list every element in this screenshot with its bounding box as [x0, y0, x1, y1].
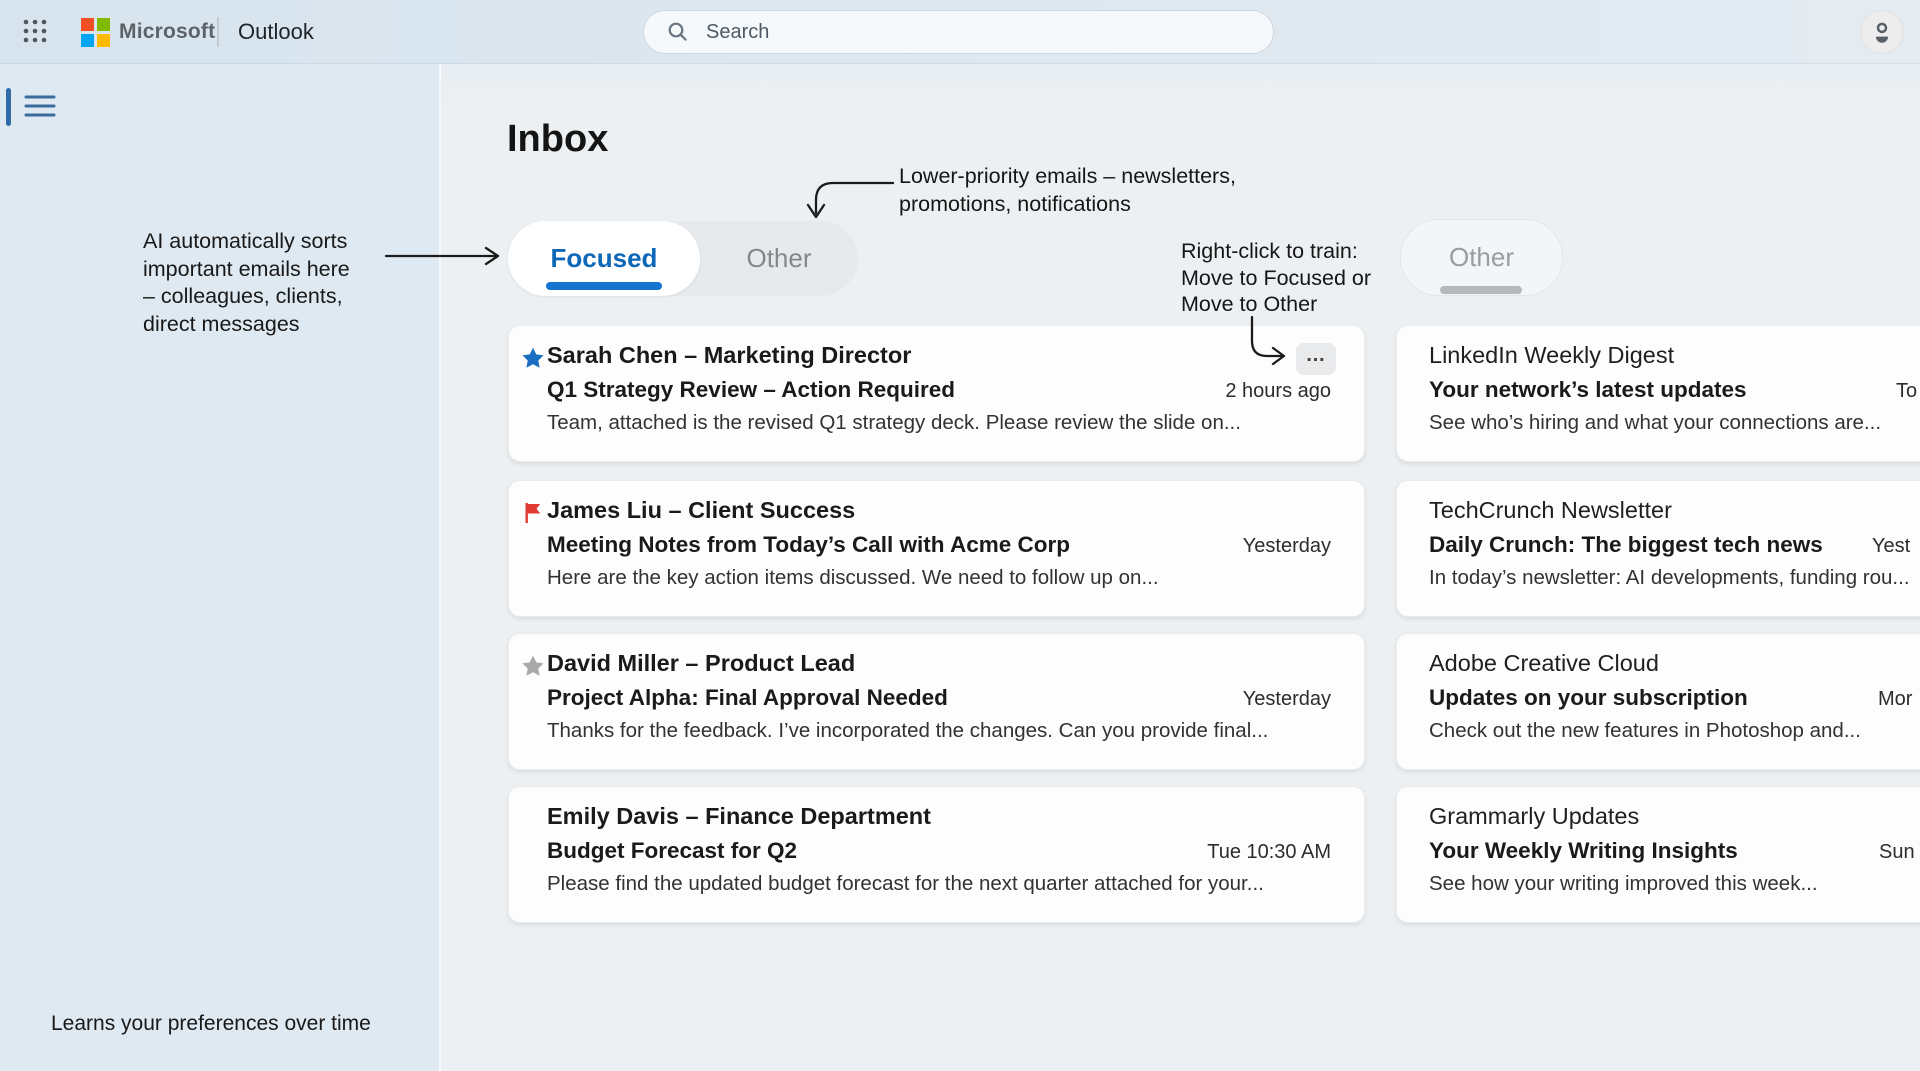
email-card[interactable]: James Liu – Client Success Meeting Notes… [508, 480, 1365, 617]
email-preview: Here are the key action items discussed.… [547, 566, 1344, 590]
email-sender: Emily Davis – Finance Department [547, 803, 1320, 830]
more-options-button[interactable]: … [1296, 343, 1336, 375]
account-button[interactable] [1860, 10, 1904, 54]
ellipsis-icon: … [1306, 350, 1327, 360]
sidebar-accent-bar [6, 88, 11, 126]
tab-focused-label: Focused [551, 243, 658, 274]
sidebar: AI automatically sorts important emails … [0, 64, 441, 1071]
search-icon [666, 20, 690, 44]
email-time: Sun [1879, 841, 1915, 864]
email-sender: Adobe Creative Cloud [1429, 650, 1911, 677]
focused-active-indicator [546, 282, 662, 290]
email-preview: See who’s hiring and what your connectio… [1429, 411, 1920, 435]
email-card[interactable]: David Miller – Product Lead Project Alph… [508, 633, 1365, 770]
search-input[interactable]: Search [643, 10, 1274, 54]
hamburger-icon [24, 93, 56, 121]
person-icon [1869, 19, 1895, 45]
email-preview: Team, attached is the revised Q1 strateg… [547, 411, 1344, 435]
menu-button[interactable] [22, 92, 58, 124]
email-preview: Thanks for the feedback. I’ve incorporat… [547, 719, 1344, 743]
microsoft-logo-icon [81, 18, 110, 47]
email-preview: See how your writing improved this week.… [1429, 872, 1920, 896]
email-card[interactable]: Sarah Chen – Marketing Director Q1 Strat… [508, 325, 1365, 462]
flag-icon[interactable] [521, 501, 545, 525]
email-time: Yest [1872, 535, 1910, 558]
email-card[interactable]: Grammarly Updates Your Weekly Writing In… [1396, 786, 1920, 923]
email-subject: Budget Forecast for Q2 [547, 838, 797, 864]
email-subject: Daily Crunch: The biggest tech news [1429, 532, 1823, 558]
email-preview: In today’s newsletter: AI developments, … [1429, 566, 1920, 590]
email-subject: Your Weekly Writing Insights [1429, 838, 1738, 864]
other-section-indicator [1440, 286, 1522, 294]
outlook-app: Microsoft Outlook Search [0, 0, 1920, 1071]
app-launcher-button[interactable] [16, 13, 54, 51]
email-time: 2 hours ago [1225, 380, 1331, 403]
star-icon[interactable] [521, 346, 545, 370]
email-time: Yesterday [1243, 535, 1331, 558]
email-time: Tue 10:30 AM [1207, 841, 1331, 864]
email-subject: Q1 Strategy Review – Action Required [547, 377, 955, 403]
brand-name: Microsoft [119, 20, 215, 44]
email-card[interactable]: LinkedIn Weekly Digest Your network’s la… [1396, 325, 1920, 462]
email-sender: James Liu – Client Success [547, 497, 1320, 524]
email-time: To [1896, 380, 1917, 403]
annotation-learns: Learns your preferences over time [51, 1010, 371, 1038]
email-preview: Please find the updated budget forecast … [547, 872, 1344, 896]
tab-other[interactable]: Other [700, 221, 858, 296]
microsoft-brand: Microsoft [81, 0, 215, 64]
annotation-train-explainer: Right-click to train: Move to Focused or… [1181, 238, 1371, 318]
inbox-title: Inbox [507, 118, 608, 161]
email-sender: Sarah Chen – Marketing Director [547, 342, 1320, 369]
annotation-focused-explainer: AI automatically sorts important emails … [143, 228, 433, 338]
brand-divider [217, 17, 219, 47]
app-launcher-grid-icon [21, 17, 49, 45]
email-subject: Project Alpha: Final Approval Needed [547, 685, 948, 711]
other-section-tab[interactable]: Other [1400, 219, 1563, 296]
email-sender: TechCrunch Newsletter [1429, 497, 1911, 524]
topbar: Microsoft Outlook Search [0, 0, 1920, 64]
email-subject: Meeting Notes from Today’s Call with Acm… [547, 532, 1070, 558]
search-placeholder: Search [706, 21, 769, 44]
email-card[interactable]: Adobe Creative Cloud Updates on your sub… [1396, 633, 1920, 770]
app-name: Outlook [238, 0, 314, 64]
inbox-tabs: Focused Other [508, 221, 858, 296]
star-icon[interactable] [521, 654, 545, 678]
email-subject: Updates on your subscription [1429, 685, 1748, 711]
email-card[interactable]: TechCrunch Newsletter Daily Crunch: The … [1396, 480, 1920, 617]
main-content: Inbox Focused Other Other Lower-priority… [441, 64, 1920, 1071]
email-subject: Your network’s latest updates [1429, 377, 1747, 403]
tab-other-label: Other [746, 243, 811, 274]
other-section-label: Other [1449, 242, 1514, 273]
email-sender: Grammarly Updates [1429, 803, 1911, 830]
annotation-other-explainer: Lower-priority emails – newsletters, pro… [899, 163, 1236, 218]
tab-focused[interactable]: Focused [508, 221, 700, 296]
email-card[interactable]: Emily Davis – Finance Department Budget … [508, 786, 1365, 923]
email-preview: Check out the new features in Photoshop … [1429, 719, 1920, 743]
email-time: Mor [1878, 688, 1912, 711]
email-time: Yesterday [1243, 688, 1331, 711]
email-sender: LinkedIn Weekly Digest [1429, 342, 1911, 369]
email-sender: David Miller – Product Lead [547, 650, 1320, 677]
